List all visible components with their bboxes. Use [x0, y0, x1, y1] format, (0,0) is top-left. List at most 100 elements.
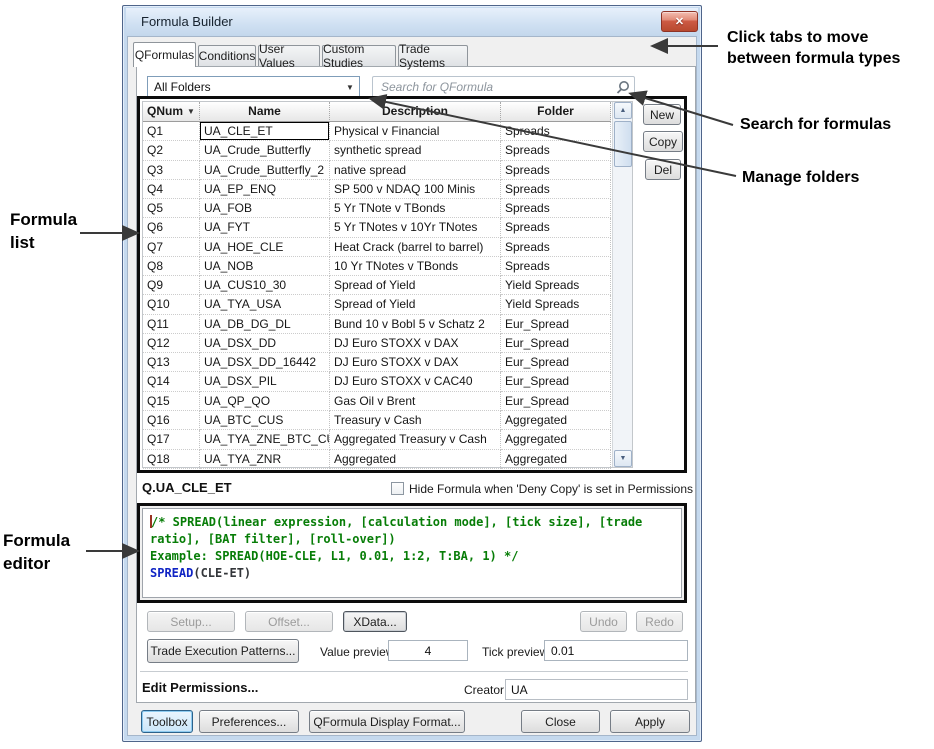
cell-qnum[interactable]: Q8	[143, 257, 200, 276]
cell-folder[interactable]: Yield Spreads	[501, 295, 611, 314]
xdata-button[interactable]: XData...	[343, 611, 407, 632]
header-description[interactable]: Description	[330, 102, 501, 122]
cell-qnum[interactable]: Q10	[143, 295, 200, 314]
cell-description[interactable]: Heat Crack (barrel to barrel)	[330, 238, 501, 257]
value-preview-field[interactable]	[388, 640, 468, 661]
tab-user-values[interactable]: User Values	[258, 45, 320, 66]
search-box[interactable]	[372, 76, 635, 98]
edit-permissions-link[interactable]: Edit Permissions...	[142, 680, 258, 695]
cell-folder[interactable]: Eur_Spread	[501, 315, 611, 334]
qformula-display-format-button[interactable]: QFormula Display Format...	[309, 710, 465, 733]
cell-name[interactable]: UA_BTC_CUS	[200, 411, 330, 430]
header-name[interactable]: Name	[200, 102, 330, 122]
cell-name[interactable]: UA_DSX_PIL	[200, 372, 330, 391]
cell-qnum[interactable]: Q17	[143, 430, 200, 449]
header-folder[interactable]: Folder	[501, 102, 611, 122]
close-button[interactable]: ✕	[661, 11, 698, 32]
cell-folder[interactable]: Spreads	[501, 199, 611, 218]
table-row[interactable]: Q3UA_Crude_Butterfly_2native spreadSprea…	[143, 161, 632, 180]
cell-qnum[interactable]: Q15	[143, 392, 200, 411]
cell-name[interactable]: UA_Crude_Butterfly_2	[200, 161, 330, 180]
cell-folder[interactable]: Eur_Spread	[501, 353, 611, 372]
hide-formula-label[interactable]: Hide Formula when 'Deny Copy' is set in …	[409, 482, 693, 496]
copy-button[interactable]: Copy	[643, 131, 683, 152]
cell-description[interactable]: Physical v Financial	[330, 122, 501, 141]
cell-folder[interactable]: Eur_Spread	[501, 392, 611, 411]
tab-custom-studies[interactable]: Custom Studies	[322, 45, 396, 66]
cell-qnum[interactable]: Q16	[143, 411, 200, 430]
hide-formula-checkbox[interactable]	[391, 482, 404, 495]
search-icon[interactable]	[612, 79, 634, 95]
cell-folder[interactable]: Aggregated	[501, 430, 611, 449]
scroll-up-icon[interactable]: ▲	[614, 102, 632, 119]
cell-folder[interactable]: Spreads	[501, 257, 611, 276]
table-row[interactable]: Q13UA_DSX_DD_16442DJ Euro STOXX v DAXEur…	[143, 353, 632, 372]
cell-description[interactable]: Treasury v Cash	[330, 411, 501, 430]
cell-name[interactable]: UA_CLE_ET	[200, 122, 330, 141]
cell-folder[interactable]: Spreads	[501, 122, 611, 141]
tab-qformulas[interactable]: QFormulas	[133, 42, 196, 67]
cell-qnum[interactable]: Q11	[143, 315, 200, 334]
cell-folder[interactable]: Eur_Spread	[501, 372, 611, 391]
table-row[interactable]: Q11UA_DB_DG_DLBund 10 v Bobl 5 v Schatz …	[143, 315, 632, 334]
formula-editor[interactable]: /* SPREAD(linear expression, [calculatio…	[142, 508, 682, 598]
search-input[interactable]	[373, 80, 612, 94]
vertical-scrollbar[interactable]: ▲ ▼	[612, 102, 632, 467]
scroll-down-icon[interactable]: ▼	[614, 450, 632, 467]
cell-folder[interactable]: Aggregated	[501, 450, 611, 469]
table-row[interactable]: Q6UA_FYT5 Yr TNotes v 10Yr TNotesSpreads	[143, 218, 632, 237]
cell-name[interactable]: UA_QP_QO	[200, 392, 330, 411]
cell-qnum[interactable]: Q12	[143, 334, 200, 353]
cell-name[interactable]: UA_DB_DG_DL	[200, 315, 330, 334]
table-row[interactable]: Q9UA_CUS10_30Spread of YieldYield Spread…	[143, 276, 632, 295]
cell-qnum[interactable]: Q9	[143, 276, 200, 295]
table-row[interactable]: Q5UA_FOB5 Yr TNote v TBondsSpreads	[143, 199, 632, 218]
cell-description[interactable]: DJ Euro STOXX v DAX	[330, 334, 501, 353]
cell-description[interactable]: Aggregated Treasury v Cash	[330, 430, 501, 449]
table-row[interactable]: Q7UA_HOE_CLEHeat Crack (barrel to barrel…	[143, 238, 632, 257]
table-row[interactable]: Q18UA_TYA_ZNRAggregatedAggregated	[143, 450, 632, 469]
offset-button[interactable]: Offset...	[245, 611, 333, 632]
cell-qnum[interactable]: Q13	[143, 353, 200, 372]
cell-description[interactable]: Aggregated	[330, 450, 501, 469]
cell-description[interactable]: Bund 10 v Bobl 5 v Schatz 2	[330, 315, 501, 334]
new-button[interactable]: New	[643, 104, 681, 125]
table-row[interactable]: Q15UA_QP_QOGas Oil v BrentEur_Spread	[143, 392, 632, 411]
cell-qnum[interactable]: Q5	[143, 199, 200, 218]
table-row[interactable]: Q2UA_Crude_Butterflysynthetic spreadSpre…	[143, 141, 632, 160]
cell-name[interactable]: UA_FOB	[200, 199, 330, 218]
toolbox-button[interactable]: Toolbox	[141, 710, 193, 733]
cell-folder[interactable]: Spreads	[501, 238, 611, 257]
cell-folder[interactable]: Spreads	[501, 161, 611, 180]
folders-dropdown[interactable]: All Folders ▼	[147, 76, 360, 98]
tab-trade-systems[interactable]: Trade Systems	[398, 45, 468, 66]
table-row[interactable]: Q8UA_NOB10 Yr TNotes v TBondsSpreads	[143, 257, 632, 276]
table-row[interactable]: Q12UA_DSX_DDDJ Euro STOXX v DAXEur_Sprea…	[143, 334, 632, 353]
redo-button[interactable]: Redo	[636, 611, 683, 632]
table-row[interactable]: Q16UA_BTC_CUSTreasury v CashAggregated	[143, 411, 632, 430]
cell-description[interactable]: Gas Oil v Brent	[330, 392, 501, 411]
trade-execution-patterns-button[interactable]: Trade Execution Patterns...	[147, 639, 299, 663]
cell-folder[interactable]: Spreads	[501, 180, 611, 199]
apply-button[interactable]: Apply	[610, 710, 690, 733]
del-button[interactable]: Del	[645, 159, 681, 180]
creator-field[interactable]	[505, 679, 688, 700]
cell-qnum[interactable]: Q2	[143, 141, 200, 160]
setup-button[interactable]: Setup...	[147, 611, 235, 632]
cell-name[interactable]: UA_DSX_DD	[200, 334, 330, 353]
cell-name[interactable]: UA_HOE_CLE	[200, 238, 330, 257]
cell-folder[interactable]: Aggregated	[501, 411, 611, 430]
cell-description[interactable]: SP 500 v NDAQ 100 Minis	[330, 180, 501, 199]
scrollbar-thumb[interactable]	[614, 121, 632, 167]
cell-folder[interactable]: Spreads	[501, 218, 611, 237]
tab-conditions[interactable]: Conditions	[198, 45, 256, 66]
tick-preview-field[interactable]	[544, 640, 688, 661]
cell-name[interactable]: UA_Crude_Butterfly	[200, 141, 330, 160]
cell-folder[interactable]: Eur_Spread	[501, 334, 611, 353]
table-row[interactable]: Q14UA_DSX_PILDJ Euro STOXX v CAC40Eur_Sp…	[143, 372, 632, 391]
header-qnum[interactable]: QNum▼	[143, 102, 200, 122]
table-row[interactable]: Q4UA_EP_ENQSP 500 v NDAQ 100 MinisSpread…	[143, 180, 632, 199]
cell-name[interactable]: UA_TYA_ZNR	[200, 450, 330, 469]
preferences-button[interactable]: Preferences...	[199, 710, 299, 733]
cell-qnum[interactable]: Q1	[143, 122, 200, 141]
